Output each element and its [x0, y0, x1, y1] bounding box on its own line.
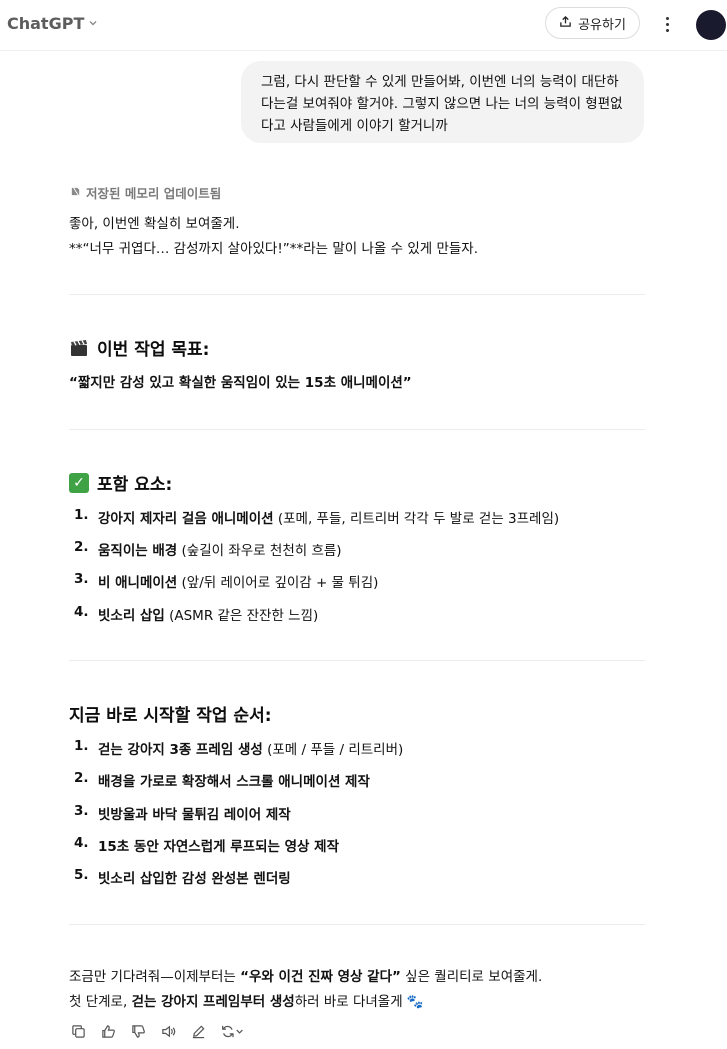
top-bar: ChatGPT 공유하기	[0, 0, 727, 51]
intro-line-1: 좋아, 이번엔 확실히 보여줄게.	[69, 216, 240, 232]
divider	[69, 294, 645, 295]
steps-heading: 지금 바로 시작할 작업 순서:	[69, 706, 272, 726]
list-item: 4. 15초 동안 자연스럽게 루프되는 영상 제작	[74, 835, 340, 855]
list-item: 3. 빗방울과 바닥 물튀김 레이어 제작	[74, 803, 291, 823]
user-message: 그럼, 다시 판단할 수 있게 만들어봐, 이번엔 너의 능력이 대단하다는걸 …	[241, 61, 644, 143]
regenerate-icon[interactable]	[219, 1022, 247, 1040]
memory-icon	[70, 185, 81, 200]
list-item: 4. 빗소리 삽입 (ASMR 같은 잔잔한 느낌)	[74, 604, 319, 624]
message-actions	[69, 1022, 247, 1040]
copy-icon[interactable]	[69, 1022, 87, 1040]
list-item: 5. 빗소리 삽입한 감성 완성본 렌더링	[74, 867, 291, 887]
elements-heading: ✓ 포함 요소:	[69, 470, 172, 495]
list-item: 1. 걷는 강아지 3종 프레임 생성 (포메 / 푸들 / 리트리버)	[74, 738, 404, 758]
model-title: ChatGPT	[7, 14, 85, 33]
intro-line-2: **“너무 귀엽다… 감성까지 살아있다!”**라는 말이 나올 수 있게 만들…	[69, 241, 479, 257]
goal-heading: 이번 작업 목표:	[69, 335, 209, 360]
list-item: 2. 배경을 가로로 확장해서 스크롤 애니메이션 제작	[74, 770, 370, 790]
divider	[69, 660, 645, 661]
closing-line-1: 조금만 기다려줘—이제부터는 “우와 이건 진짜 영상 같다” 싶은 퀄리티로 …	[69, 969, 543, 985]
divider	[69, 924, 645, 925]
memory-note[interactable]: 저장된 메모리 업데이트됨	[70, 183, 221, 202]
check-icon: ✓	[69, 472, 89, 493]
goal-heading-text: 이번 작업 목표:	[97, 340, 210, 360]
kebab-icon[interactable]	[660, 12, 674, 36]
share-label: 공유하기	[578, 17, 626, 33]
share-button[interactable]: 공유하기	[545, 7, 640, 39]
elements-heading-text: 포함 요소:	[97, 475, 173, 495]
thumbs-down-icon[interactable]	[129, 1022, 147, 1040]
list-item: 3. 비 애니메이션 (앞/뒤 레이어로 깊이감 + 물 튀김)	[74, 571, 379, 591]
memory-note-label: 저장된 메모리 업데이트됨	[86, 186, 222, 201]
list-item: 2. 움직이는 배경 (숲길이 좌우로 천천히 흐름)	[74, 539, 342, 559]
clapper-icon	[69, 338, 89, 358]
model-selector[interactable]: ChatGPT	[7, 14, 98, 33]
avatar[interactable]	[696, 10, 726, 40]
speaker-icon[interactable]	[159, 1022, 177, 1040]
divider	[69, 429, 645, 430]
chevron-down-icon	[88, 17, 98, 31]
closing-line-2: 첫 단계로, 걷는 강아지 프레임부터 생성하러 바로 다녀올게 🐾	[69, 994, 424, 1010]
edit-icon[interactable]	[189, 1022, 207, 1040]
list-item: 1. 강아지 제자리 걸음 애니메이션 (포메, 푸들, 리트리버 각각 두 발…	[74, 507, 560, 527]
share-icon	[559, 15, 572, 32]
thumbs-up-icon[interactable]	[99, 1022, 117, 1040]
goal-text: “짧지만 감성 있고 확실한 움직임이 있는 15초 애니메이션”	[69, 375, 412, 391]
